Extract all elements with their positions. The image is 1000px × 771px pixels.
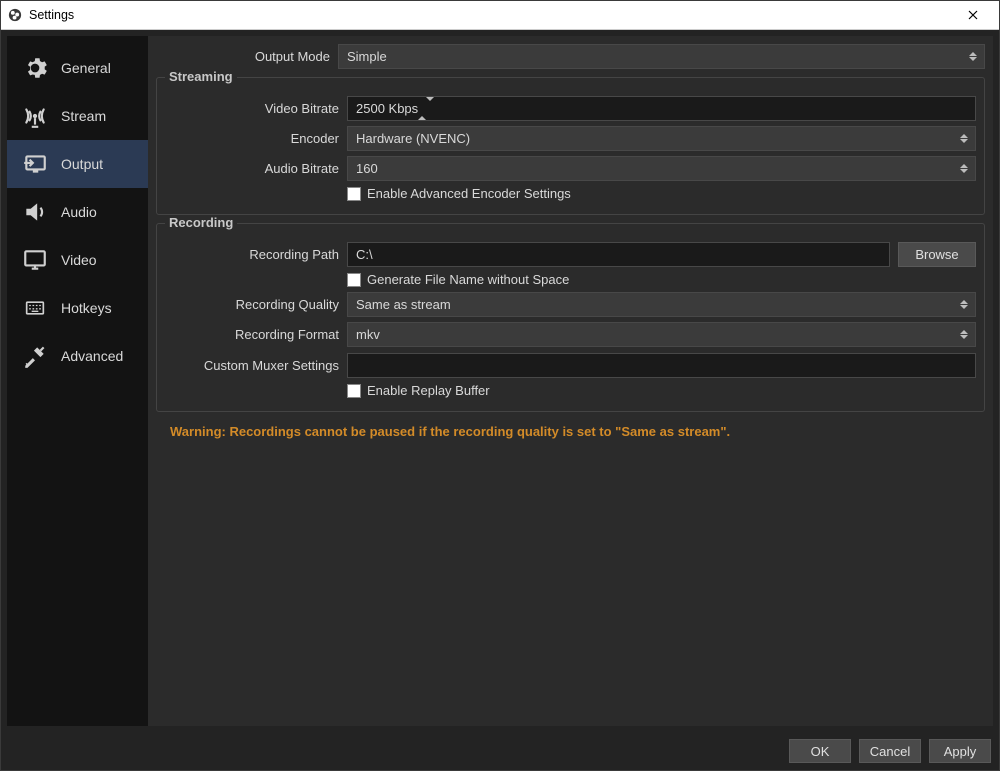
- enable-replay-buffer-checkbox[interactable]: Enable Replay Buffer: [347, 383, 490, 398]
- generate-filename-label: Generate File Name without Space: [367, 272, 569, 287]
- ok-button[interactable]: OK: [789, 739, 851, 763]
- recording-quality-combo[interactable]: Same as stream: [347, 292, 976, 317]
- sidebar-item-general[interactable]: General: [7, 44, 148, 92]
- titlebar: Settings: [1, 1, 999, 30]
- video-bitrate-input[interactable]: 2500 Kbps: [347, 96, 976, 121]
- sidebar-item-advanced[interactable]: Advanced: [7, 332, 148, 380]
- sidebar-item-video[interactable]: Video: [7, 236, 148, 284]
- enable-advanced-encoder-checkbox[interactable]: Enable Advanced Encoder Settings: [347, 186, 571, 201]
- audio-bitrate-label: Audio Bitrate: [165, 161, 347, 176]
- sidebar: General Stream Output: [7, 36, 148, 726]
- encoder-value: Hardware (NVENC): [356, 131, 470, 146]
- output-mode-combo[interactable]: Simple: [338, 44, 985, 69]
- sidebar-item-stream[interactable]: Stream: [7, 92, 148, 140]
- keyboard-icon: [21, 294, 49, 322]
- recording-format-combo[interactable]: mkv: [347, 322, 976, 347]
- browse-button[interactable]: Browse: [898, 242, 976, 267]
- custom-muxer-label: Custom Muxer Settings: [165, 358, 347, 373]
- encoder-label: Encoder: [165, 131, 347, 146]
- sidebar-item-label: General: [61, 60, 111, 76]
- settings-window: Settings General Stream: [0, 0, 1000, 771]
- audio-bitrate-combo[interactable]: 160: [347, 156, 976, 181]
- antenna-icon: [21, 102, 49, 130]
- sidebar-item-label: Audio: [61, 204, 97, 220]
- streaming-group: Streaming Video Bitrate 2500 Kbps Encode…: [156, 77, 985, 215]
- recording-legend: Recording: [165, 215, 237, 230]
- recording-format-value: mkv: [356, 327, 380, 342]
- recording-quality-value: Same as stream: [356, 297, 451, 312]
- close-button[interactable]: [953, 1, 993, 29]
- apply-button[interactable]: Apply: [929, 739, 991, 763]
- main-panel: Output Mode Simple Streaming Video Bitra…: [148, 36, 993, 726]
- window-title: Settings: [29, 8, 74, 22]
- recording-path-label: Recording Path: [165, 247, 347, 262]
- cancel-button[interactable]: Cancel: [859, 739, 921, 763]
- sidebar-item-label: Hotkeys: [61, 300, 112, 316]
- app-icon: [7, 7, 23, 23]
- encoder-combo[interactable]: Hardware (NVENC): [347, 126, 976, 151]
- recording-format-label: Recording Format: [165, 327, 347, 342]
- enable-replay-buffer-label: Enable Replay Buffer: [367, 383, 490, 398]
- sidebar-item-label: Stream: [61, 108, 106, 124]
- recording-quality-label: Recording Quality: [165, 297, 347, 312]
- warning-text: Warning: Recordings cannot be paused if …: [156, 412, 985, 451]
- monitor-out-icon: [21, 150, 49, 178]
- sidebar-item-hotkeys[interactable]: Hotkeys: [7, 284, 148, 332]
- sidebar-item-label: Advanced: [61, 348, 123, 364]
- video-bitrate-value: 2500 Kbps: [356, 101, 418, 116]
- video-bitrate-label: Video Bitrate: [165, 101, 347, 116]
- recording-group: Recording Recording Path C:\ Browse: [156, 223, 985, 412]
- sidebar-item-audio[interactable]: Audio: [7, 188, 148, 236]
- speaker-icon: [21, 198, 49, 226]
- sidebar-item-label: Video: [61, 252, 97, 268]
- recording-path-input[interactable]: C:\: [347, 242, 890, 267]
- gear-icon: [21, 54, 49, 82]
- sidebar-item-output[interactable]: Output: [7, 140, 148, 188]
- client-area: General Stream Output: [1, 30, 999, 770]
- output-mode-value: Simple: [347, 49, 387, 64]
- generate-filename-checkbox[interactable]: Generate File Name without Space: [347, 272, 569, 287]
- monitor-icon: [21, 246, 49, 274]
- streaming-legend: Streaming: [165, 69, 237, 84]
- enable-advanced-encoder-label: Enable Advanced Encoder Settings: [367, 186, 571, 201]
- audio-bitrate-value: 160: [356, 161, 378, 176]
- custom-muxer-input[interactable]: [347, 353, 976, 378]
- sidebar-item-label: Output: [61, 156, 103, 172]
- recording-path-value: C:\: [356, 247, 373, 262]
- footer: OK Cancel Apply: [1, 732, 999, 770]
- tools-icon: [21, 342, 49, 370]
- output-mode-label: Output Mode: [156, 49, 338, 64]
